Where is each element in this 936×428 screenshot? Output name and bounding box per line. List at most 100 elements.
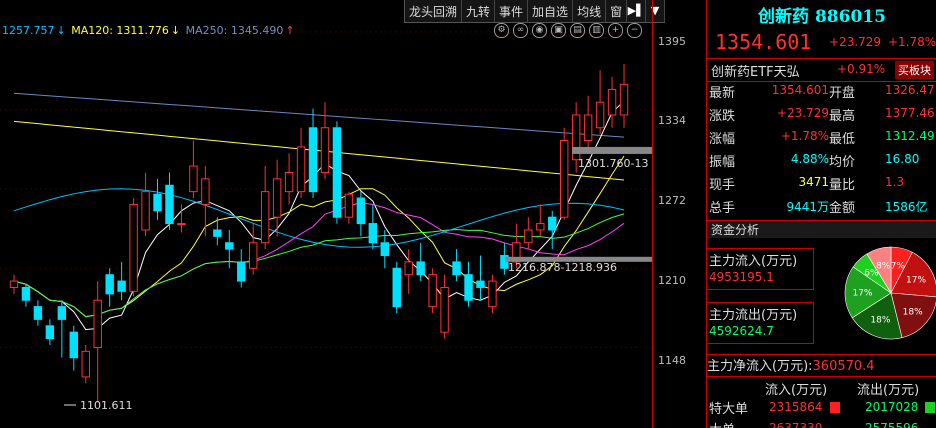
- candle-body: [595, 101, 605, 129]
- bag-icon[interactable]: ▣: [551, 23, 566, 38]
- stat-label: 金额: [829, 201, 856, 216]
- candle-body: [129, 203, 138, 292]
- inflow-label: 主力流入(万元): [709, 254, 798, 269]
- outflow-label: 主力流出(万元): [709, 308, 798, 323]
- zoom-out-icon[interactable]: −: [627, 23, 642, 38]
- stat-value: +1.78%: [780, 129, 829, 143]
- zoom-in-icon[interactable]: +: [608, 23, 623, 38]
- candle-body: [464, 274, 473, 301]
- candle-body: [45, 325, 55, 340]
- net-inflow-label: 主力净流入(万元):: [707, 359, 813, 374]
- stat-value: +23.729: [776, 106, 829, 120]
- settings-icon[interactable]: ⚙: [494, 23, 509, 38]
- etf-row[interactable]: 创新药ETF天弘 +0.91% 买板块: [707, 58, 936, 82]
- stat-label: 涨跌: [709, 109, 736, 124]
- ma-legend-3-arrow: ↑: [285, 24, 295, 37]
- candle-body: [452, 261, 461, 276]
- etf-pct: +0.91%: [837, 62, 886, 76]
- pie-label: 8%: [876, 262, 891, 272]
- ma5-line: [13, 100, 625, 331]
- candle-body: [213, 229, 222, 237]
- price-pct: +1.78%: [888, 35, 936, 49]
- candle-body: [308, 127, 318, 193]
- current-price: 1354.601: [715, 30, 812, 54]
- delete-icon[interactable]: ▥: [589, 23, 604, 38]
- candle-body: [153, 193, 162, 212]
- stat-row: 总手 9441万 金额 1586亿: [707, 195, 936, 218]
- price-tick: 1395: [658, 35, 686, 48]
- flow-in-bar: [830, 402, 840, 413]
- flow-col-out: 流出(万元): [857, 383, 920, 398]
- stat-label: 开盘: [829, 86, 856, 101]
- btn-nine-turn[interactable]: 九转: [462, 0, 496, 22]
- candle-body: [392, 267, 401, 308]
- main-inflow: 主力流入(万元) 4953195.1: [707, 248, 814, 290]
- high-zone-label: 1301.760-13: [578, 157, 648, 170]
- link-icon[interactable]: ∞: [513, 23, 528, 38]
- etf-name: 创新药ETF天弘: [711, 65, 800, 80]
- pie-label: 18%: [870, 315, 890, 325]
- candle-body: [165, 184, 174, 225]
- stat-label: 涨幅: [709, 132, 736, 147]
- stat-label: 最新: [709, 86, 736, 101]
- candle-body: [476, 280, 485, 288]
- stat-label: 最高: [829, 109, 856, 124]
- candle-body: [583, 114, 593, 142]
- flow-out-bar: [925, 402, 935, 413]
- outflow-value: 4592624.7: [709, 324, 774, 338]
- fund-analysis-header[interactable]: 资金分析: [707, 220, 936, 238]
- btn-moving-average[interactable]: 均线: [573, 0, 607, 22]
- flow-row-out: 2575596: [865, 421, 919, 428]
- btn-events[interactable]: 事件: [495, 0, 529, 22]
- panel-toggle-icon[interactable]: ▶▌: [627, 0, 647, 22]
- fund-pie-chart: 7%17%18%18%17%6%8%: [844, 246, 936, 340]
- stat-value: 4.88%: [790, 152, 829, 166]
- stat-label: 最低: [829, 132, 856, 147]
- kline-svg[interactable]: 1301.760-13 1216.878-1218.936 1101.611: [0, 0, 652, 428]
- stat-label: 振幅: [709, 155, 736, 170]
- candle-body: [380, 242, 389, 257]
- candle-body: [272, 178, 282, 218]
- lock-icon[interactable]: ▤: [570, 23, 585, 38]
- candle-body: [260, 191, 270, 244]
- stat-value: 1.3: [885, 175, 905, 189]
- price-axis: 1395 1334 1272 1210 1148: [652, 0, 706, 428]
- eye-icon[interactable]: ◉: [532, 23, 547, 38]
- toolbar: 龙头回溯 九转 事件 加自选 均线 窗 ▶▌ ▼: [404, 0, 666, 23]
- candle-body: [141, 191, 150, 231]
- candle-body: [416, 261, 425, 276]
- flow-row-in: 2637330: [769, 421, 823, 428]
- flow-row-in: 2315864: [769, 400, 823, 414]
- buy-sector-button[interactable]: 买板块: [895, 61, 934, 79]
- candle-body: [189, 165, 198, 193]
- ma-legend: 1257.757 ↓ MA120: 1311.776 ↓ MA250: 1345.4…: [2, 24, 297, 37]
- pie-label: 17%: [852, 289, 872, 299]
- btn-leader-review[interactable]: 龙头回溯: [405, 0, 463, 22]
- candle-body: [21, 286, 31, 301]
- flow-row-label: 大单: [709, 419, 735, 428]
- kline-chart[interactable]: 1301.760-13 1216.878-1218.936 1101.611 125…: [0, 0, 706, 428]
- flow-row-out: 2017028: [865, 400, 919, 414]
- ma-legend-1-arrow: ↓: [56, 24, 66, 37]
- candle-body: [249, 242, 258, 269]
- candle-body: [619, 83, 629, 116]
- candle-body: [225, 242, 234, 250]
- candle-body: [93, 299, 102, 349]
- btn-window[interactable]: 窗: [606, 0, 628, 22]
- flow-header-row: 流入(万元) 流出(万元): [707, 376, 936, 398]
- candle-body: [296, 146, 306, 193]
- flow-row: 特大单 2315864 2017028: [707, 398, 936, 418]
- candle-body: [356, 197, 366, 225]
- stat-label: 量比: [829, 178, 856, 193]
- candle-body: [488, 280, 497, 308]
- stat-value: 1312.49: [885, 129, 935, 143]
- stat-row: 现手 3471 量比 1.3: [707, 172, 936, 195]
- candle-body: [524, 229, 533, 244]
- low-zone-label: 1216.878-1218.936: [508, 261, 617, 274]
- stat-value: 9441万: [786, 200, 829, 214]
- btn-add-watchlist[interactable]: 加自选: [528, 0, 574, 22]
- flow-row: 大单 2637330 2575596: [707, 419, 936, 428]
- candle-body: [404, 261, 413, 276]
- low-price-label: 1101.611: [80, 399, 133, 412]
- candle-body: [332, 127, 342, 218]
